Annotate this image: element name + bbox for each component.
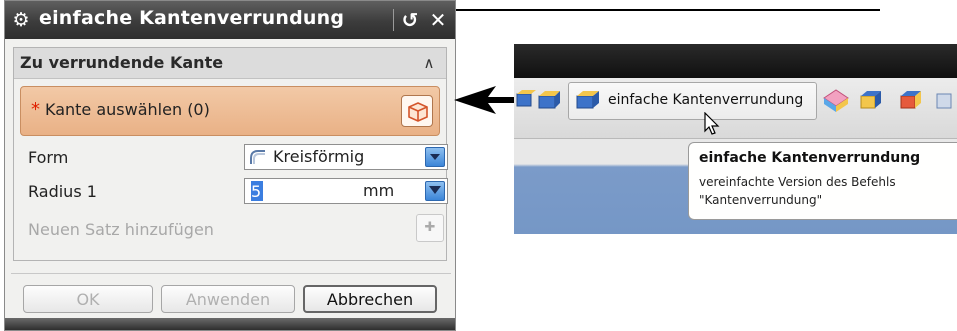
tooltip-description-line-2: "Kantenverrundung" [699,193,823,207]
edge-group: Zu verrundende Kante ∧ * Kante auswählen… [13,47,448,261]
reset-icon[interactable]: ↺ [397,8,423,32]
titlebar-separator [393,9,394,31]
select-edge-row[interactable]: * Kante auswählen (0) [20,86,440,136]
add-set-icon[interactable]: ✚ [416,214,444,242]
toolbar-top-band [514,44,957,78]
fillet-shape-icon [250,150,265,164]
gear-icon[interactable]: ⚙ [11,10,31,30]
dialog-titlebar: ⚙ einfache Kantenverrundung ↺ ✕ [5,1,455,39]
apply-button[interactable]: Anwenden [161,285,295,313]
shell-icon[interactable] [858,88,884,112]
ok-button[interactable]: OK [23,285,153,313]
form-select[interactable]: Kreisförmig [244,144,448,170]
box-icon[interactable] [514,88,536,110]
group-header[interactable]: Zu verrundende Kante ∧ [14,48,446,79]
tooltip-title: einfache Kantenverrundung [699,150,921,166]
form-value: Kreisförmig [273,147,365,166]
fillet-dialog: ⚙ einfache Kantenverrundung ↺ ✕ Zu verru… [4,0,456,331]
cancel-button[interactable]: Abbrechen [303,285,437,313]
collapse-icon[interactable]: ∧ [418,52,440,74]
fillet-tool-icon[interactable] [536,88,562,112]
form-label: Form [28,148,69,167]
radius-label: Radius 1 [28,182,97,201]
radius-field: mm [244,178,448,204]
required-marker: * [31,99,40,120]
dropdown-arrow-icon[interactable] [425,147,445,167]
close-icon[interactable]: ✕ [425,8,451,32]
button-separator [11,273,451,274]
tooltip-description-line-1: vereinfachte Version des Befehls [699,175,896,189]
group-title: Zu verrundende Kante [20,53,224,72]
add-new-set-label: Neuen Satz hinzufügen [28,220,214,239]
dialog-title: einfache Kantenverrundung [39,7,345,29]
more-tools-icon[interactable] [934,88,957,112]
select-edge-button[interactable] [401,95,433,127]
blend-icon[interactable] [898,88,924,112]
simple-fillet-icon [576,91,599,109]
cursor-icon [704,112,720,135]
dialog-bottom-bar [5,318,455,330]
simple-fillet-label: einfache Kantenverrundung [608,92,804,108]
chamfer-icon[interactable] [822,88,850,114]
radius-unit: mm [363,181,395,200]
select-edge-label: Kante auswählen (0) [45,100,210,119]
unit-dropdown-icon[interactable] [425,181,445,201]
tooltip: einfache Kantenverrundung vereinfachte V… [688,142,957,220]
select-edge-icon [408,102,428,122]
toolbar-screenshot: einfache Kantenverrundung einfache Kante… [514,44,957,234]
radius-input[interactable] [251,181,347,201]
